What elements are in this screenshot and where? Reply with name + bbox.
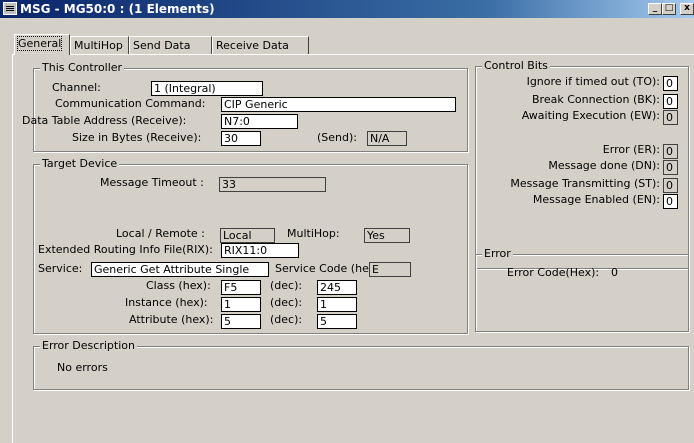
st-label: Message Transmitting (ST): <box>510 177 660 190</box>
channel-field[interactable]: 1 (Integral) <box>151 81 263 96</box>
group-title: Control Bits <box>482 59 550 72</box>
close-button[interactable]: x <box>680 3 694 15</box>
to-label: Ignore if timed out (TO): <box>526 75 660 88</box>
tab-label: MultiHop <box>74 39 123 52</box>
size-send-field: N/A <box>367 131 407 146</box>
size-send-label: (Send): <box>317 131 357 144</box>
attribute-dec-field[interactable]: 5 <box>317 314 357 329</box>
service-label: Service: <box>38 262 83 275</box>
tab-label: Send Data <box>133 39 191 52</box>
bk-bit-field[interactable]: 0 <box>663 94 678 109</box>
local-remote-label: Local / Remote : <box>116 227 205 240</box>
to-bit-field[interactable]: 0 <box>663 76 678 91</box>
attribute-dec-label: (dec): <box>270 313 303 326</box>
command-label: Communication Command: <box>55 97 206 110</box>
command-field[interactable]: CIP Generic <box>221 97 456 112</box>
tab-label: General <box>16 36 63 51</box>
multihop-field: Yes <box>364 228 410 243</box>
attribute-hex-field[interactable]: 5 <box>221 314 261 329</box>
group-title: This Controller <box>40 61 125 74</box>
class-dec-field[interactable]: 245 <box>317 280 357 295</box>
error-code-value: 0 <box>611 266 618 279</box>
tab-send-data[interactable]: Send Data <box>129 36 212 54</box>
error-description-text: No errors <box>57 361 108 374</box>
instance-hex-label: Instance (hex): <box>125 296 208 309</box>
tab-multihop[interactable]: MultiHop <box>70 36 129 54</box>
er-label: Error (ER): <box>602 143 660 156</box>
tab-label: Receive Data <box>216 39 289 52</box>
maximize-button[interactable]: □ <box>662 3 676 15</box>
instance-dec-label: (dec): <box>270 296 303 309</box>
address-field[interactable]: N7:0 <box>221 114 298 129</box>
dn-bit-field: 0 <box>663 160 678 175</box>
timeout-label: Message Timeout : <box>100 176 204 189</box>
size-receive-label: Size in Bytes (Receive): <box>72 131 202 144</box>
rix-label: Extended Routing Info File(RIX): <box>38 243 213 256</box>
class-dec-label: (dec): <box>270 279 303 292</box>
title-bar: MSG - MG50:0 : (1 Elements) _ □ x <box>0 0 694 18</box>
group-title: Error <box>482 247 513 260</box>
bk-label: Break Connection (BK): <box>532 93 660 106</box>
en-bit-field[interactable]: 0 <box>663 194 678 209</box>
instance-dec-field[interactable]: 1 <box>317 297 357 312</box>
rix-field[interactable]: RIX11:0 <box>221 243 299 258</box>
service-code-label: Service Code (hex): <box>275 262 384 275</box>
tab-general[interactable]: General <box>14 34 70 55</box>
channel-label: Channel: <box>52 81 101 94</box>
timeout-field: 33 <box>219 177 326 192</box>
attribute-hex-label: Attribute (hex): <box>129 313 214 326</box>
multihop-label: MultiHop: <box>287 227 340 240</box>
class-hex-field[interactable]: F5 <box>221 280 261 295</box>
class-hex-label: Class (hex): <box>146 279 211 292</box>
er-bit-field: 0 <box>663 144 678 159</box>
ew-bit-field: 0 <box>663 110 678 125</box>
tab-receive-data[interactable]: Receive Data <box>212 36 309 54</box>
address-label: Data Table Address (Receive): <box>22 114 187 127</box>
dn-label: Message done (DN): <box>548 159 660 172</box>
local-remote-field: Local <box>220 228 275 243</box>
app-icon <box>3 2 17 15</box>
en-label: Message Enabled (EN): <box>532 193 660 206</box>
group-title: Target Device <box>40 157 120 170</box>
minimize-button[interactable]: _ <box>648 3 662 15</box>
st-bit-field: 0 <box>663 178 678 193</box>
service-field[interactable]: Generic Get Attribute Single <box>91 262 269 277</box>
error-code-label: Error Code(Hex): <box>507 266 600 279</box>
group-title: Error Description <box>40 339 137 352</box>
ew-label: Awaiting Execution (EW): <box>521 109 660 122</box>
error-description-group: Error Description <box>33 339 689 390</box>
service-code-field: E <box>369 262 411 277</box>
window-title: MSG - MG50:0 : (1 Elements) <box>20 2 215 16</box>
instance-hex-field[interactable]: 1 <box>221 297 261 312</box>
size-receive-field[interactable]: 30 <box>221 131 261 146</box>
